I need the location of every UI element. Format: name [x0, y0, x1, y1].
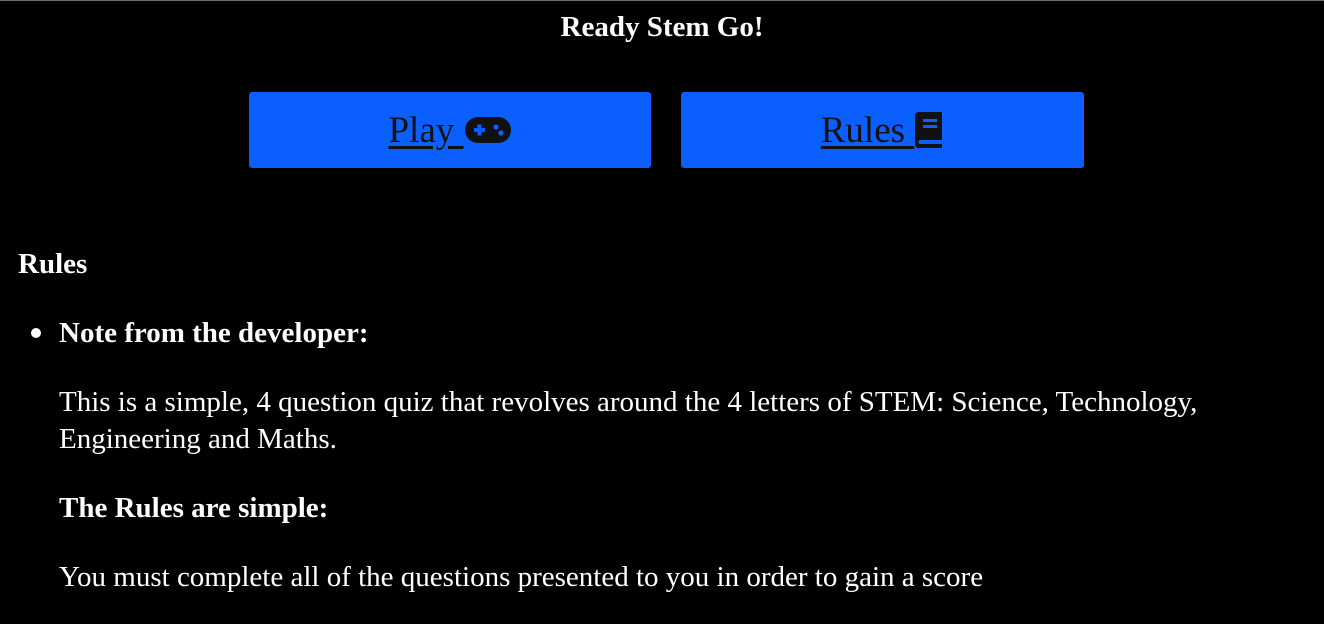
rule-text: You must complete all of the questions p… [59, 561, 984, 593]
play-label: Play [388, 109, 464, 151]
page-title: Ready Stem Go! [560, 11, 764, 43]
rules-subheading: The Rules are simple: [59, 492, 329, 524]
rules-button[interactable]: Rules [681, 92, 1084, 168]
list-bullet [31, 328, 41, 338]
gamepad-icon [464, 117, 511, 143]
developer-note-heading: Note from the developer: [59, 317, 369, 349]
rules-label: Rules [820, 109, 915, 151]
quiz-intro-text: This is a simple, 4 question quiz that r… [59, 386, 1198, 455]
rules-heading: Rules [18, 248, 88, 280]
top-border [0, 0, 1324, 1]
book-icon [915, 112, 943, 148]
play-button[interactable]: Play [249, 92, 651, 168]
